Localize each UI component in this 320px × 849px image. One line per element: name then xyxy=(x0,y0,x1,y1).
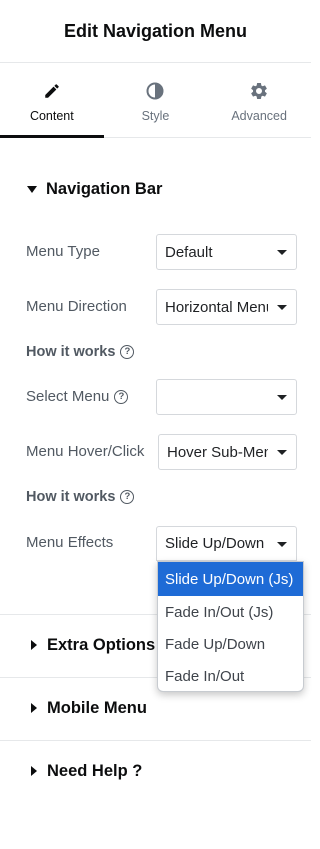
menu-direction-value: Horizontal Menu xyxy=(165,298,268,316)
how-it-works-text: How it works xyxy=(26,489,116,505)
menu-effects-dropdown: Slide Up/Down (Js) Fade In/Out (Js) Fade… xyxy=(157,561,304,692)
menu-effects-label: Menu Effects xyxy=(26,534,114,551)
select-menu-label: Select Menu xyxy=(26,388,110,405)
panel-header: Edit Navigation Menu xyxy=(0,0,311,63)
caret-right-icon xyxy=(31,766,37,776)
caret-down-icon xyxy=(27,185,37,193)
pencil-icon xyxy=(43,80,61,102)
dropdown-option[interactable]: Fade In/Out (Js) xyxy=(158,596,303,628)
how-it-works-text: How it works xyxy=(26,344,116,360)
how-it-works-link[interactable]: How it works ? xyxy=(26,344,135,360)
caret-right-icon xyxy=(31,703,37,713)
tab-advanced-label: Advanced xyxy=(231,109,287,123)
menu-hover-select[interactable]: Hover Sub-Menu xyxy=(158,434,297,470)
menu-direction-select[interactable]: Horizontal Menu xyxy=(156,289,297,325)
section-title: Extra Options xyxy=(47,635,156,654)
dropdown-option[interactable]: Fade In/Out xyxy=(158,660,303,691)
section-title: Navigation Bar xyxy=(46,179,163,198)
menu-direction-label: Menu Direction xyxy=(26,298,127,315)
menu-hover-value: Hover Sub-Menu xyxy=(167,443,268,461)
tab-bar: Content Style Advanced xyxy=(0,63,311,138)
section-mobile-menu[interactable]: Mobile Menu xyxy=(31,697,147,719)
menu-type-label: Menu Type xyxy=(26,243,100,260)
dropdown-arrow-icon xyxy=(277,541,287,547)
how-it-works-link[interactable]: How it works ? xyxy=(26,489,135,505)
select-menu-select[interactable] xyxy=(156,379,297,415)
caret-right-icon xyxy=(31,640,37,650)
tab-style[interactable]: Style xyxy=(104,63,208,137)
menu-type-value: Default xyxy=(165,243,213,261)
gear-icon xyxy=(249,80,269,102)
help-icon[interactable]: ? xyxy=(114,389,129,404)
dropdown-arrow-icon xyxy=(277,250,287,255)
section-divider xyxy=(0,740,311,741)
tab-content-label: Content xyxy=(29,109,74,123)
panel-title: Edit Navigation Menu xyxy=(63,20,247,41)
help-icon: ? xyxy=(120,345,135,359)
contrast-icon xyxy=(145,80,165,102)
menu-effects-value: Slide Up/Down xyxy=(165,535,265,552)
section-need-help[interactable]: Need Help ? xyxy=(31,760,142,782)
dropdown-option[interactable]: Slide Up/Down (Js) xyxy=(158,562,303,596)
section-title: Mobile Menu xyxy=(47,698,147,717)
tab-advanced[interactable]: Advanced xyxy=(207,63,311,137)
dropdown-arrow-icon xyxy=(277,305,287,310)
menu-type-select[interactable]: Default xyxy=(156,234,297,270)
section-navigation-bar[interactable]: Navigation Bar xyxy=(27,178,162,200)
help-icon: ? xyxy=(120,490,135,504)
select-menu-label-wrap: Select Menu ? xyxy=(26,388,129,405)
section-extra-options[interactable]: Extra Options xyxy=(31,634,155,656)
tab-content[interactable]: Content xyxy=(0,63,104,138)
dropdown-arrow-icon xyxy=(277,450,287,455)
menu-hover-label: Menu Hover/Click xyxy=(26,443,145,460)
section-title: Need Help ? xyxy=(47,761,143,780)
tab-style-label: Style xyxy=(141,109,170,123)
dropdown-arrow-icon xyxy=(277,395,287,400)
dropdown-option[interactable]: Fade Up/Down xyxy=(158,628,303,660)
menu-effects-select[interactable]: Slide Up/Down xyxy=(156,526,297,561)
